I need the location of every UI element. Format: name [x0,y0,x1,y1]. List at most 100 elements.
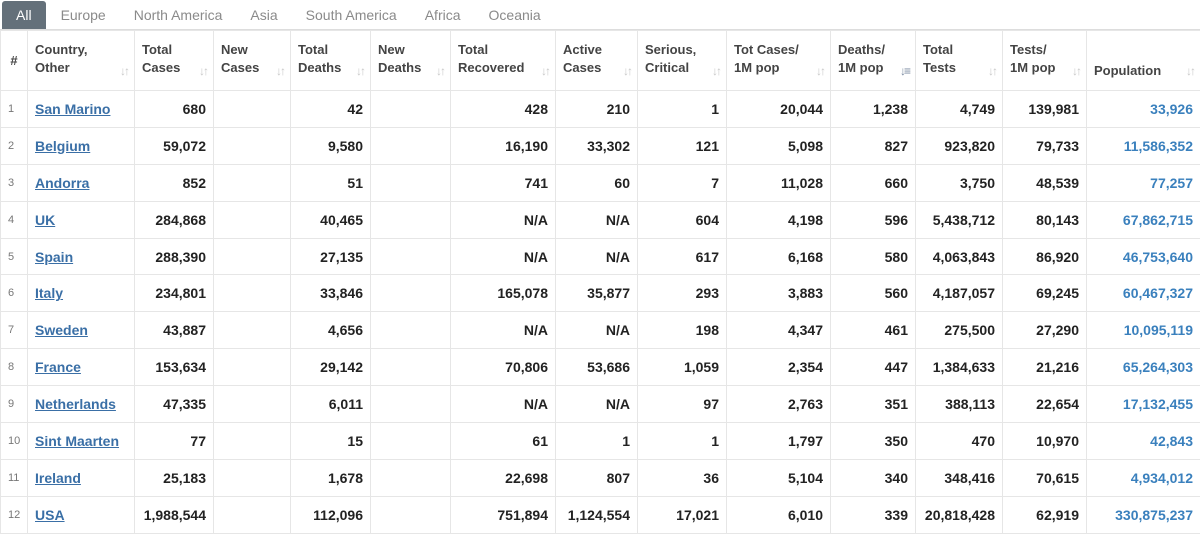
rank-cell: 6 [1,275,28,312]
column-header-label: Deaths/ [838,42,885,57]
country-link[interactable]: USA [35,507,65,523]
sort-icon[interactable]: ↓↑ [1186,62,1194,80]
column-header-8[interactable]: Serious,Critical↓↑ [638,31,727,91]
sort-icon[interactable]: ↓↑ [712,62,720,80]
sort-icon[interactable]: ↓↑ [436,62,444,80]
sort-icon[interactable]: ↓↑ [816,62,824,80]
rank-cell: 11 [1,459,28,496]
tab-europe[interactable]: Europe [48,1,119,29]
tab-north-america[interactable]: North America [121,1,236,29]
country-link[interactable]: France [35,359,81,375]
country-cell: Ireland [28,459,135,496]
country-link[interactable]: Sweden [35,322,88,338]
data-cell: 293 [638,275,727,312]
data-cell: 852 [135,164,214,201]
column-header-4[interactable]: TotalDeaths↓↑ [291,31,371,91]
data-cell [371,275,451,312]
data-cell: 604 [638,201,727,238]
column-header-label: Tests [923,60,956,75]
tab-asia[interactable]: Asia [237,1,290,29]
column-header-9[interactable]: Tot Cases/1M pop↓↑ [727,31,831,91]
rank-cell: 9 [1,386,28,423]
country-link[interactable]: Spain [35,249,73,265]
data-cell [214,91,291,128]
tab-all[interactable]: All [2,1,46,29]
data-cell: 1 [556,423,638,460]
country-link[interactable]: Sint Maarten [35,433,119,449]
data-cell: 48,539 [1003,164,1087,201]
column-header-5[interactable]: NewDeaths↓↑ [371,31,451,91]
data-cell: 5,104 [727,459,831,496]
sort-icon[interactable]: ↓↑ [541,62,549,80]
data-cell: 27,290 [1003,312,1087,349]
sort-icon[interactable]: ↓↑ [199,62,207,80]
country-link[interactable]: Belgium [35,138,90,154]
country-link[interactable]: Andorra [35,175,89,191]
data-cell [371,496,451,533]
data-cell [371,312,451,349]
country-link[interactable]: Netherlands [35,396,116,412]
data-cell: 234,801 [135,275,214,312]
data-cell [371,349,451,386]
sort-icon[interactable]: ↓↑ [120,62,128,80]
tab-south-america[interactable]: South America [293,1,410,29]
data-cell: 4,656 [291,312,371,349]
data-cell: 7 [638,164,727,201]
column-header-label: Total [142,42,172,57]
sort-icon[interactable]: ↓↑ [623,62,631,80]
table-row: 6Italy234,80133,846165,07835,8772933,883… [1,275,1200,312]
data-cell: 112,096 [291,496,371,533]
population-cell: 65,264,303 [1087,349,1200,386]
table-row: 12USA1,988,544112,096751,8941,124,55417,… [1,496,1200,533]
data-cell: 40,465 [291,201,371,238]
data-cell [371,91,451,128]
column-header-6[interactable]: TotalRecovered↓↑ [451,31,556,91]
column-header-label: Cases [221,60,259,75]
column-header-0: # [1,31,28,91]
column-header-2[interactable]: TotalCases↓↑ [135,31,214,91]
data-cell [214,238,291,275]
column-header-1[interactable]: Country,Other↓↑ [28,31,135,91]
sort-icon[interactable]: ↓↑ [276,62,284,80]
sort-icon[interactable]: ↓↑ [988,62,996,80]
data-cell: 1 [638,91,727,128]
population-cell: 33,926 [1087,91,1200,128]
data-cell [214,127,291,164]
data-cell: N/A [556,238,638,275]
sort-desc-icon[interactable]: ↓≡ [900,62,909,80]
column-header-12[interactable]: Tests/1M pop↓↑ [1003,31,1087,91]
column-header-label: Recovered [458,60,524,75]
column-header-11[interactable]: TotalTests↓↑ [916,31,1003,91]
country-link[interactable]: San Marino [35,101,110,117]
tab-africa[interactable]: Africa [412,1,474,29]
data-cell: 25,183 [135,459,214,496]
data-cell: 5,098 [727,127,831,164]
column-header-10[interactable]: Deaths/1M pop↓≡ [831,31,916,91]
data-cell: 560 [831,275,916,312]
data-cell: 80,143 [1003,201,1087,238]
data-cell: 680 [135,91,214,128]
country-cell: France [28,349,135,386]
column-header-label: Tot Cases/ [734,42,799,57]
column-header-label: Country, [35,42,87,57]
population-cell: 67,862,715 [1087,201,1200,238]
data-cell: 210 [556,91,638,128]
data-cell [214,201,291,238]
country-link[interactable]: Italy [35,285,63,301]
data-cell: 21,216 [1003,349,1087,386]
column-header-13[interactable]: Population↓↑ [1087,31,1200,91]
column-header-7[interactable]: ActiveCases↓↑ [556,31,638,91]
country-link[interactable]: UK [35,212,55,228]
table-row: 10Sint Maarten771561111,79735047010,9704… [1,423,1200,460]
tab-oceania[interactable]: Oceania [476,1,554,29]
column-header-3[interactable]: NewCases↓↑ [214,31,291,91]
country-cell: Andorra [28,164,135,201]
data-cell [214,312,291,349]
table-row: 8France153,63429,14270,80653,6861,0592,3… [1,349,1200,386]
sort-icon[interactable]: ↓↑ [356,62,364,80]
sort-icon[interactable]: ↓↑ [1072,62,1080,80]
table-row: 4UK284,86840,465N/AN/A6044,1985965,438,7… [1,201,1200,238]
data-cell: 15 [291,423,371,460]
data-cell: 10,970 [1003,423,1087,460]
country-link[interactable]: Ireland [35,470,81,486]
